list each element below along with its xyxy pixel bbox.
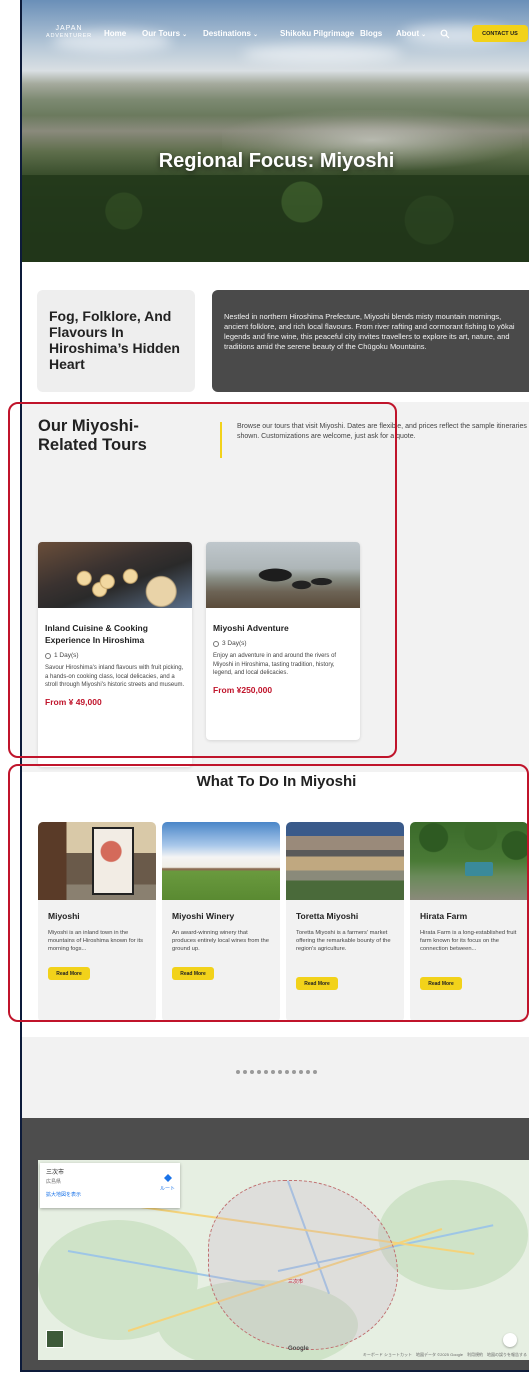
map-info-card: 三次市 広島県 拡大地図を表示 ルート xyxy=(40,1163,180,1208)
carousel-dot[interactable] xyxy=(306,1070,310,1074)
search-icon[interactable] xyxy=(440,29,450,39)
intro-section: Fog, Folklore, And Flavours In Hiroshima… xyxy=(22,262,529,402)
carousel-dot[interactable] xyxy=(250,1070,254,1074)
carousel-dot[interactable] xyxy=(292,1070,296,1074)
google-logo: Google xyxy=(288,1346,309,1352)
clock-icon xyxy=(213,640,219,647)
todo-card[interactable]: Miyoshi Miyoshi is an inland town in the… xyxy=(38,822,156,1022)
clock-icon xyxy=(45,652,51,659)
page-frame: JAPAN ADVENTURER Home Our Tours ⌄ Destina… xyxy=(20,0,529,1378)
tours-section-title: Our Miyoshi-Related Tours xyxy=(38,417,147,454)
carousel-dot[interactable] xyxy=(278,1070,282,1074)
carousel-dot[interactable] xyxy=(285,1070,289,1074)
hero-forest-image xyxy=(22,175,529,262)
chevron-down-icon: ⌄ xyxy=(182,32,188,38)
carousel-dot[interactable] xyxy=(236,1070,240,1074)
carousel-dot[interactable] xyxy=(313,1070,317,1074)
tour-duration: 3 Day(s) xyxy=(213,640,353,647)
todo-card-description: Toretta Miyoshi is a farmers' market off… xyxy=(296,930,391,953)
read-more-button[interactable]: Read More xyxy=(420,977,462,990)
intro-heading-box: Fog, Folklore, And Flavours In Hiroshima… xyxy=(37,290,195,392)
intro-heading: Fog, Folklore, And Flavours In Hiroshima… xyxy=(49,308,180,372)
nav-item-home[interactable]: Home xyxy=(104,29,126,38)
nav-item-shikoku-pilgrimage[interactable]: Shikoku Pilgrimage xyxy=(280,29,354,38)
directions-icon xyxy=(163,1174,172,1182)
read-more-button[interactable]: Read More xyxy=(296,977,338,990)
nav-item-blogs[interactable]: Blogs xyxy=(360,29,382,38)
tour-duration: 1 Day(s) xyxy=(45,652,185,659)
intro-description: Nestled in northern Hiroshima Prefecture… xyxy=(224,312,515,351)
logo-text-line2: ADVENTURER xyxy=(46,33,92,39)
todo-card-image-winery[interactable] xyxy=(162,822,280,900)
todo-card-title[interactable]: Miyoshi Winery xyxy=(172,911,234,921)
map-pan-control[interactable] xyxy=(503,1333,517,1347)
todo-card-title[interactable]: Miyoshi xyxy=(48,911,80,921)
larger-map-link[interactable]: 拡大地図を表示 xyxy=(46,1191,174,1198)
tour-card[interactable]: Inland Cuisine & Cooking Experience In H… xyxy=(38,542,192,767)
map-layer-toggle[interactable] xyxy=(46,1330,64,1348)
chevron-down-icon: ⌄ xyxy=(421,32,427,38)
logo-text-line1: JAPAN xyxy=(55,25,83,32)
page-title: Regional Focus: Miyoshi xyxy=(158,150,395,172)
todo-card-image-farm[interactable] xyxy=(410,822,528,900)
map-town-label: 三次市 xyxy=(288,1279,304,1285)
nav-item-destinations[interactable]: Destinations ⌄ xyxy=(203,29,258,38)
todo-card[interactable]: Hirata Farm Hirata Farm is a long-establ… xyxy=(410,822,528,1022)
miyoshi-city-boundary xyxy=(208,1180,398,1350)
todo-section-title: What To Do In Miyoshi xyxy=(196,773,357,790)
carousel-dot[interactable] xyxy=(299,1070,303,1074)
accent-divider xyxy=(220,422,222,458)
frame-bottom-border xyxy=(20,1370,529,1378)
chevron-down-icon: ⌄ xyxy=(253,32,259,38)
todo-card[interactable]: Toretta Miyoshi Toretta Miyoshi is a far… xyxy=(286,822,404,1022)
site-logo[interactable]: JAPAN ADVENTURER xyxy=(40,25,98,40)
todo-card-title[interactable]: Hirata Farm xyxy=(420,911,467,921)
tour-price: From ¥250,000 xyxy=(213,684,273,695)
contact-us-button[interactable]: CONTACT US xyxy=(472,25,528,42)
nav-item-our-tours[interactable]: Our Tours ⌄ xyxy=(142,29,187,38)
map-prefecture: 広島県 xyxy=(46,1179,62,1185)
intro-description-box: Nestled in northern Hiroshima Prefecture… xyxy=(212,290,529,392)
carousel-dot[interactable] xyxy=(271,1070,275,1074)
todo-card-image-market[interactable] xyxy=(286,822,404,900)
hero-banner: JAPAN ADVENTURER Home Our Tours ⌄ Destina… xyxy=(22,0,529,262)
carousel-dots xyxy=(236,1070,317,1074)
read-more-button[interactable]: Read More xyxy=(172,967,214,980)
tour-card[interactable]: Miyoshi Adventure 3 Day(s) Enjoy an adve… xyxy=(206,542,360,740)
map-place-name: 三次市 xyxy=(46,1170,65,1176)
map-attribution[interactable]: キーボード ショートカット 地図データ ©2025 Google 利用規約 地図… xyxy=(363,1352,527,1358)
tour-price: From ¥ 49,000 xyxy=(45,696,102,707)
todo-card-description: An award-winning winery that produces en… xyxy=(172,930,269,953)
todo-card-title[interactable]: Toretta Miyoshi xyxy=(296,911,358,921)
todo-card-image-street[interactable] xyxy=(38,822,156,900)
tour-card-image-cormorant[interactable] xyxy=(206,542,360,608)
todo-card-description: Hirata Farm is a long-established fruit … xyxy=(420,930,517,953)
tour-card-title[interactable]: Inland Cuisine & Cooking Experience In H… xyxy=(45,622,185,646)
tour-card-image-cooking[interactable] xyxy=(38,542,192,608)
carousel-dot[interactable] xyxy=(257,1070,261,1074)
tour-card-description: Savour Hiroshima's inland flavours with … xyxy=(45,665,185,688)
route-button[interactable]: ルート xyxy=(160,1173,175,1192)
tour-card-description: Enjoy an adventure in and around the riv… xyxy=(213,653,337,676)
tour-card-title[interactable]: Miyoshi Adventure xyxy=(213,622,353,634)
carousel-dot[interactable] xyxy=(264,1070,268,1074)
carousel-dot[interactable] xyxy=(243,1070,247,1074)
todo-card-description: Miyoshi is an inland town in the mountai… xyxy=(48,930,144,953)
todo-card[interactable]: Miyoshi Winery An award-winning winery t… xyxy=(162,822,280,1022)
nav-item-about[interactable]: About ⌄ xyxy=(396,29,426,38)
tours-section-description: Browse our tours that visit Miyoshi. Dat… xyxy=(237,423,527,440)
main-navigation: JAPAN ADVENTURER Home Our Tours ⌄ Destina… xyxy=(22,25,529,45)
read-more-button[interactable]: Read More xyxy=(48,967,90,980)
